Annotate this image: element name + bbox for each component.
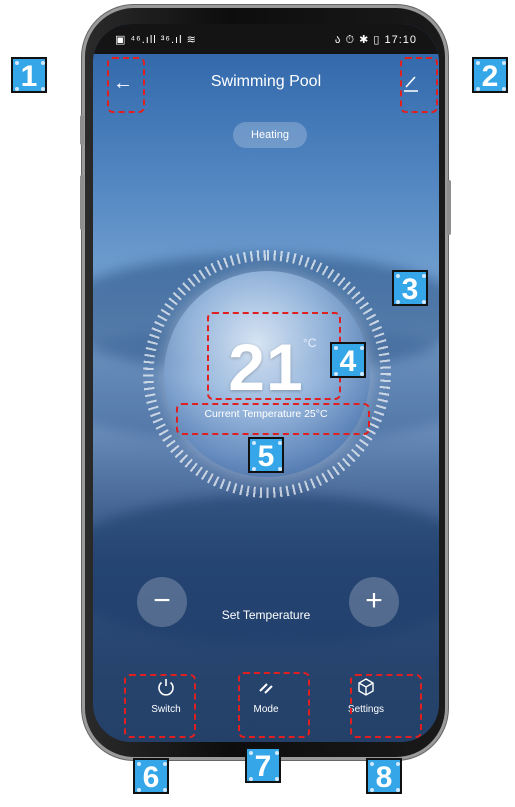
status-bar: ▣ ⁴⁶.ıll ³⁶.ıl ≋ ა ⏱ ✱ ▯ 17:10 <box>93 24 439 54</box>
marker-4: 4 <box>330 342 366 378</box>
power-side-button <box>447 180 451 235</box>
marker-8: 8 <box>366 758 402 794</box>
marker-5: 5 <box>248 437 284 473</box>
annotation-box-current-temp <box>176 403 370 435</box>
marker-1: 1 <box>11 57 47 93</box>
annotation-box-mode <box>238 672 310 738</box>
marker-3: 3 <box>392 270 428 306</box>
mode-status-badge: Heating <box>233 122 307 148</box>
annotation-box-edit <box>400 57 438 113</box>
annotation-box-temperature <box>207 312 341 400</box>
increase-temperature-button[interactable]: + <box>349 577 399 627</box>
annotation-box-settings <box>350 674 422 738</box>
annotation-box-switch <box>124 674 196 738</box>
status-left-icons: ▣ ⁴⁶.ıll ³⁶.ıl ≋ <box>115 34 197 46</box>
volume-up-button <box>80 115 84 145</box>
status-right-icons: ა ⏱ ✱ ▯ 17:10 <box>334 34 417 46</box>
marker-6: 6 <box>133 758 169 794</box>
marker-2: 2 <box>472 57 508 93</box>
volume-down-button <box>80 175 84 230</box>
marker-7: 7 <box>245 747 281 783</box>
annotation-box-back <box>107 57 145 113</box>
